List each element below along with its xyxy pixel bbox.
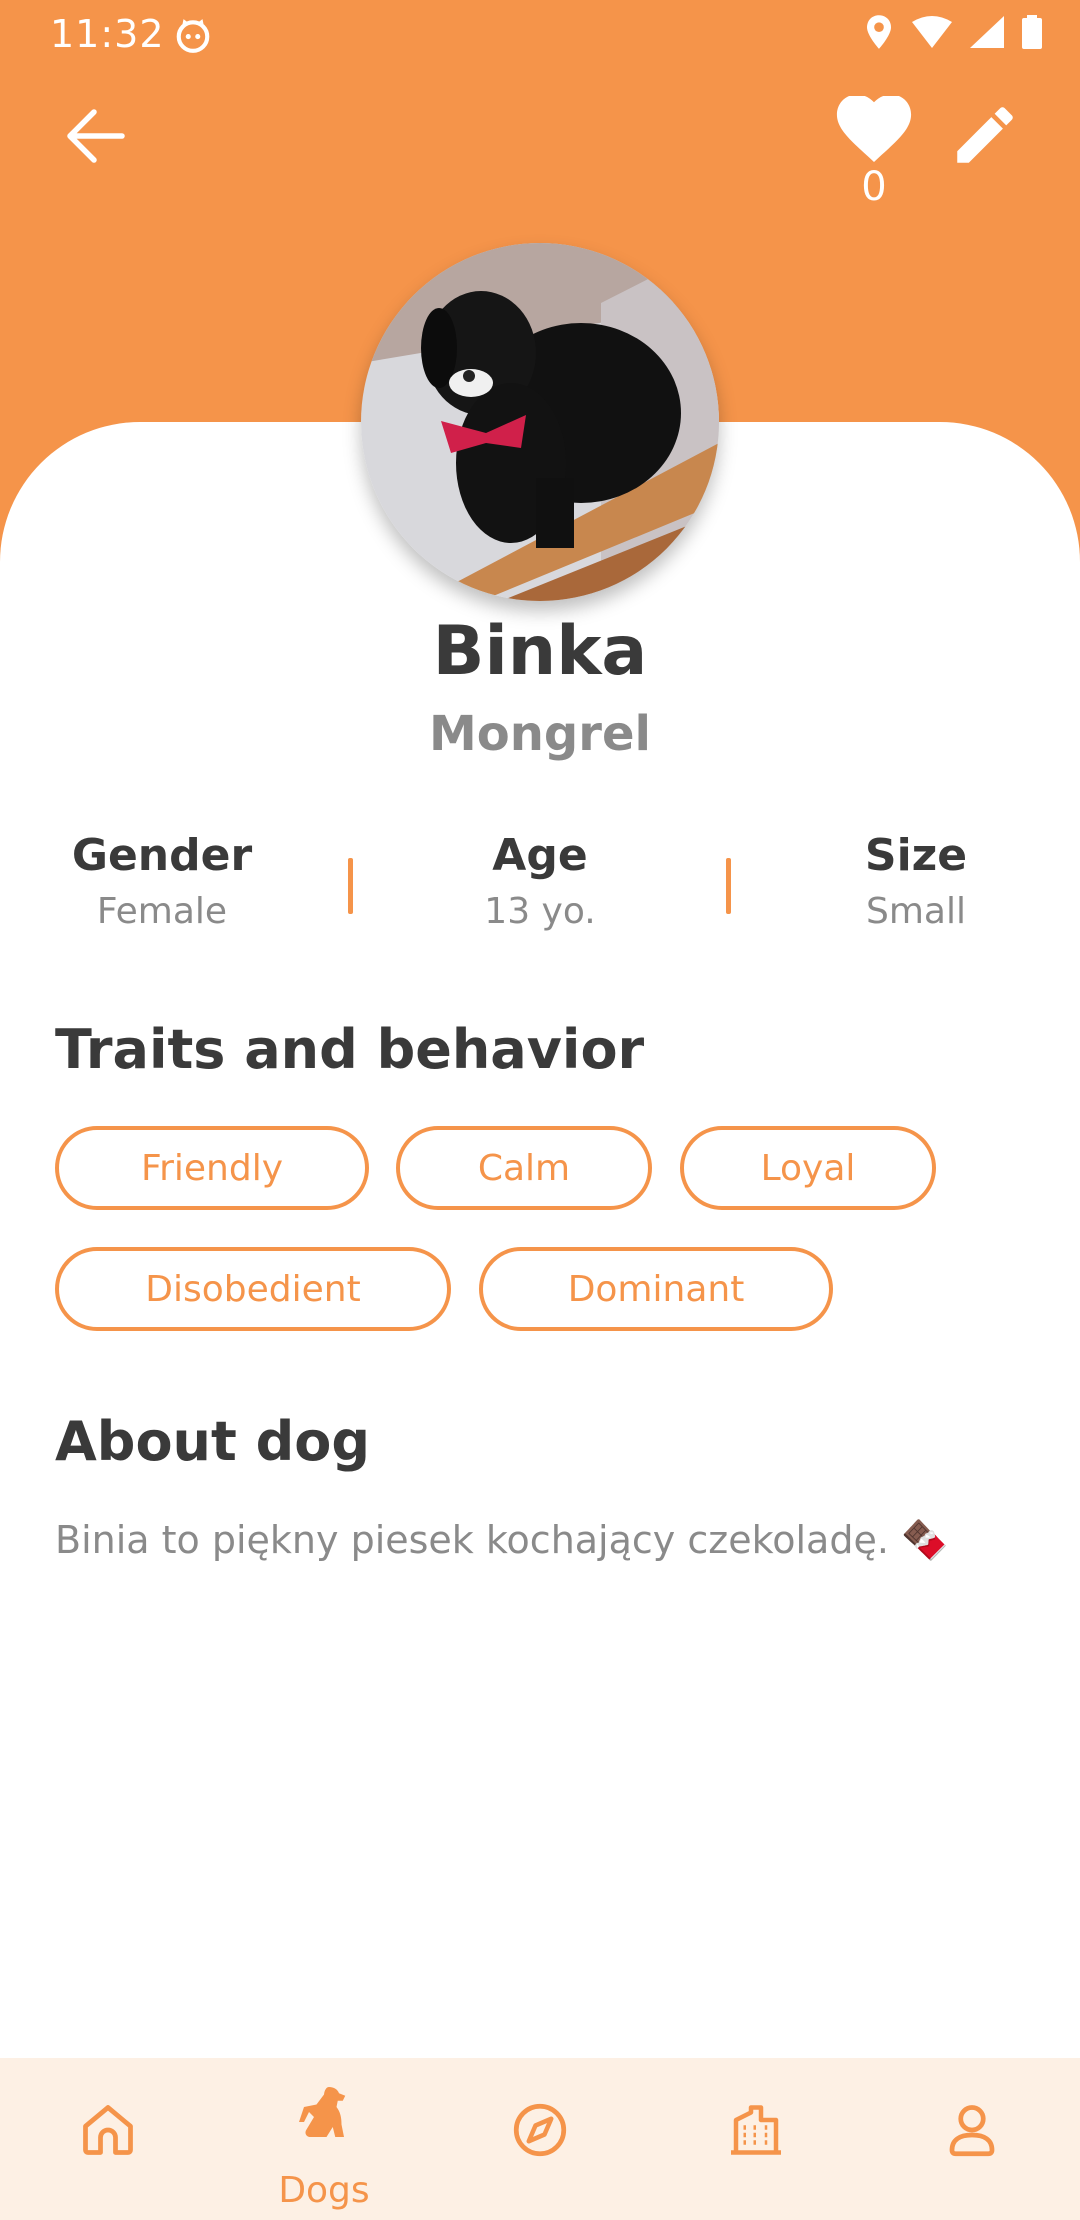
dog-breed: Mongrel: [429, 706, 651, 762]
trait-chip[interactable]: Disobedient: [55, 1247, 451, 1331]
nav-home[interactable]: [0, 2058, 216, 2220]
about-title: About dog: [55, 1410, 371, 1473]
nav-explore[interactable]: [432, 2058, 648, 2220]
stat-gender: Gender Female: [0, 830, 332, 932]
nav-dogs[interactable]: Dogs: [216, 2058, 432, 2220]
cat-notification-icon: [176, 19, 210, 53]
stat-value: Small: [866, 891, 966, 932]
stat-size: Size Small: [746, 830, 1080, 932]
trait-chip[interactable]: Dominant: [479, 1247, 833, 1331]
edit-pencil-icon[interactable]: [948, 98, 1022, 172]
status-time: 11:32: [50, 12, 165, 56]
home-icon: [83, 2105, 133, 2155]
stat-divider: [348, 858, 353, 914]
person-icon: [949, 2105, 995, 2157]
dog-name: Binka: [432, 612, 648, 691]
stat-label: Age: [492, 830, 588, 881]
dog-photo: [361, 243, 719, 601]
favorites-count: 0: [861, 164, 887, 210]
trait-chip[interactable]: Loyal: [680, 1126, 936, 1210]
stat-age: Age 13 yo.: [370, 830, 710, 932]
dog-icon: [299, 2087, 346, 2137]
heart-icon: [836, 96, 912, 162]
stat-label: Gender: [71, 830, 253, 881]
favorite-button[interactable]: 0: [832, 96, 916, 210]
dog-avatar: [361, 243, 719, 601]
stat-divider: [726, 858, 731, 914]
traits-title: Traits and behavior: [55, 1018, 645, 1081]
stat-label: Size: [864, 830, 968, 881]
building-icon: [731, 2105, 781, 2155]
trait-chip[interactable]: Calm: [396, 1126, 652, 1210]
nav-shelters[interactable]: [648, 2058, 864, 2220]
dog-stats: Gender Female Age 13 yo. Size Small: [0, 830, 1080, 950]
stat-value: Female: [96, 891, 228, 932]
back-arrow-icon[interactable]: [60, 100, 132, 172]
nav-profile[interactable]: [864, 2058, 1080, 2220]
status-icons: [864, 14, 1042, 50]
nav-label: Dogs: [278, 2170, 370, 2211]
compass-icon: [513, 2103, 567, 2157]
wifi-icon: [912, 16, 952, 48]
signal-icon: [970, 16, 1004, 48]
battery-icon: [1022, 15, 1042, 49]
location-icon: [867, 15, 891, 49]
stat-value: 13 yo.: [484, 891, 596, 932]
trait-chip[interactable]: Friendly: [55, 1126, 369, 1210]
bottom-navigation: Dogs: [0, 2058, 1080, 2220]
about-text: Binia to piękny piesek kochający czekola…: [55, 1518, 949, 1562]
